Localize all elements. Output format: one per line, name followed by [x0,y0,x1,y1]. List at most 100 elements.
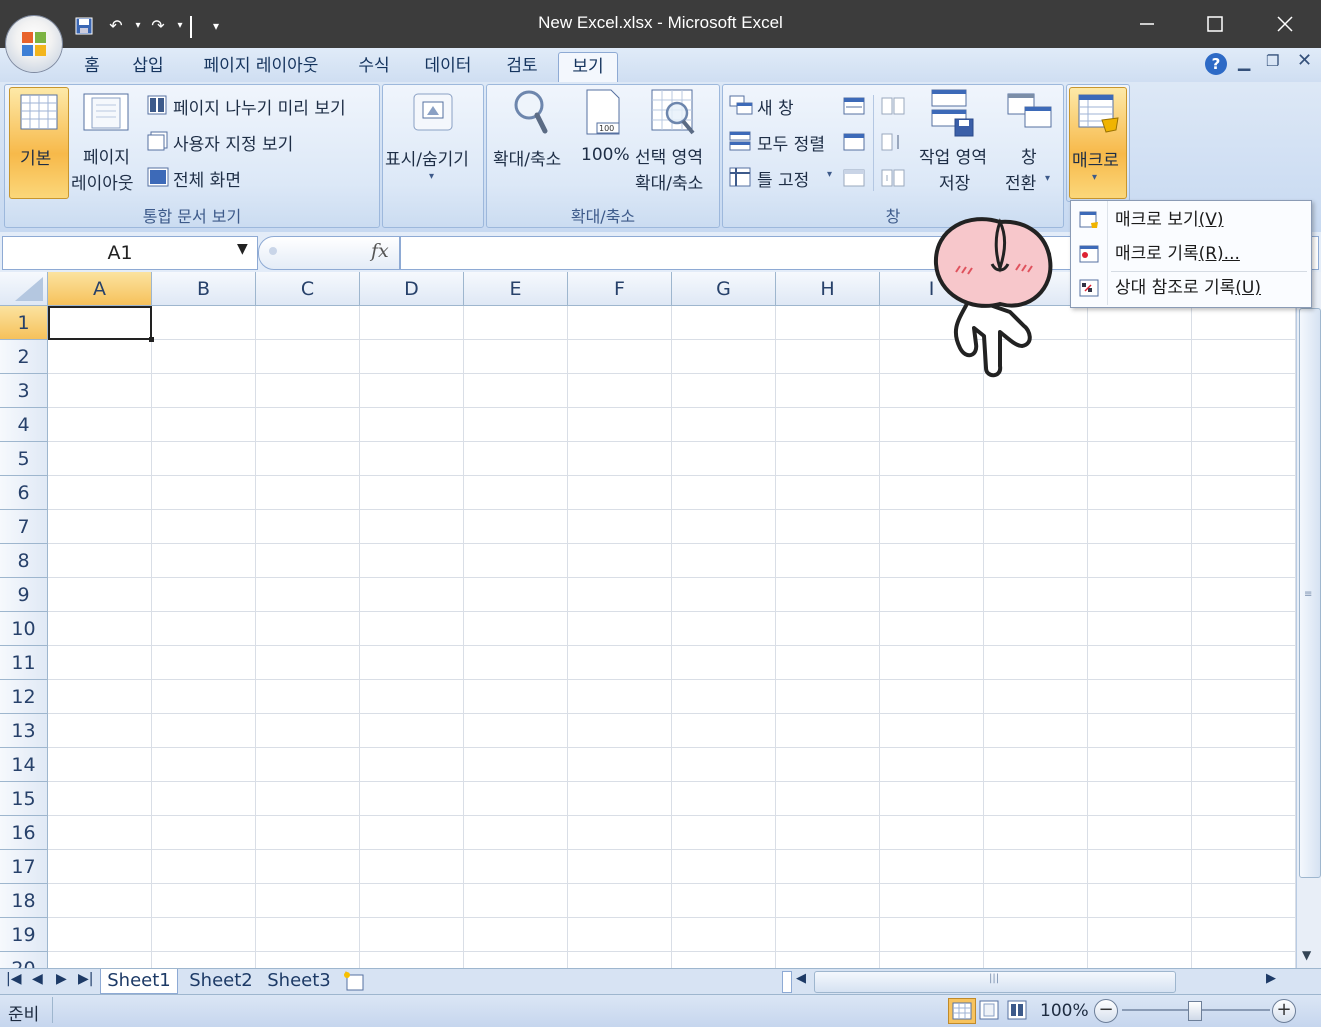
column-header-b[interactable]: B [152,272,256,306]
tab-insert[interactable]: 삽입 [122,52,174,82]
column-header-a[interactable]: A [48,272,152,306]
row-header-15[interactable]: 15 [0,782,48,816]
worksheet-grid[interactable]: ABCDEFGHIJKL 123456789101112131415161718… [0,272,1296,968]
office-button[interactable] [6,16,62,72]
switch-windows-button[interactable]: 창 전환 ▾ [1003,87,1061,197]
normal-view-button[interactable]: 기본 [9,87,69,199]
save-icon[interactable] [72,14,96,38]
row-header-19[interactable]: 19 [0,918,48,952]
tab-formulas[interactable]: 수식 [346,52,402,82]
row-header-7[interactable]: 7 [0,510,48,544]
row-header-3[interactable]: 3 [0,374,48,408]
horizontal-scroll-thumb[interactable]: ||| [814,971,1176,993]
new-window-button[interactable]: 새 창 [729,93,829,119]
row-header-14[interactable]: 14 [0,748,48,782]
zoom-to-selection-button[interactable]: 선택 영역 확대/축소 [633,87,717,197]
row-header-17[interactable]: 17 [0,850,48,884]
page-break-status-icon[interactable] [1006,999,1028,1025]
save-workspace-button[interactable]: 작업 영역 저장 [915,87,999,197]
next-sheet-icon[interactable]: ▶ [56,971,67,987]
menu-item-relative-reference[interactable]: 상대 참조로 기록(U) [1071,271,1311,305]
custom-views-button[interactable]: 사용자 지정 보기 [147,129,347,155]
zoom-level[interactable]: 100% [1040,1001,1089,1021]
full-screen-button[interactable]: 전체 화면 [147,165,347,191]
normal-view-status-icon[interactable] [948,998,976,1024]
column-header-c[interactable]: C [256,272,360,306]
tab-view[interactable]: 보기 [558,52,618,83]
unhide-window-icon[interactable] [843,169,865,187]
workbook-restore-icon[interactable]: ❐ [1266,52,1279,70]
active-cell-a1[interactable] [48,306,152,340]
redo-dropdown-icon[interactable]: ▾ [168,14,192,38]
zoom-100-button[interactable]: 100 100% [577,87,631,197]
first-sheet-icon[interactable]: |◀ [6,971,21,987]
row-header-20[interactable]: 20 [0,952,48,968]
column-header-e[interactable]: E [464,272,568,306]
column-header-d[interactable]: D [360,272,464,306]
zoom-in-icon[interactable]: + [1272,999,1296,1023]
menu-item-record-macro[interactable]: 매크로 기록(R)... [1071,237,1311,271]
row-header-16[interactable]: 16 [0,816,48,850]
name-box[interactable]: A1 ▼ [2,236,258,270]
row-header-8[interactable]: 8 [0,544,48,578]
tab-home[interactable]: 홈 [74,52,110,82]
synchronous-scrolling-icon[interactable] [881,133,905,151]
row-header-9[interactable]: 9 [0,578,48,612]
zoom-button[interactable]: 확대/축소 [489,87,573,197]
sheet-tab-2[interactable]: Sheet2 [186,969,256,993]
insert-sheet-icon[interactable] [342,970,368,992]
sheet-tab-1[interactable]: Sheet1 [100,969,178,994]
row-header-11[interactable]: 11 [0,646,48,680]
scroll-left-icon[interactable]: ◀ [796,971,806,986]
view-side-by-side-icon[interactable] [881,97,905,115]
workbook-close-icon[interactable]: ✕ [1297,50,1312,71]
column-header-f[interactable]: F [568,272,672,306]
select-all-button[interactable] [0,272,48,306]
scroll-down-icon[interactable]: ▼ [1302,948,1311,962]
maximize-icon[interactable] [1192,8,1238,40]
freeze-panes-button[interactable]: 틀 고정 ▾ [729,165,841,191]
row-header-6[interactable]: 6 [0,476,48,510]
prev-sheet-icon[interactable]: ◀ [32,971,43,987]
close-icon[interactable] [1262,8,1308,40]
show-hide-button[interactable]: 표시/숨기기 ▾ [385,87,481,197]
row-header-1[interactable]: 1 [0,306,48,340]
tab-review[interactable]: 검토 [494,52,550,82]
undo-icon[interactable]: ↶ [104,14,128,38]
vertical-scrollbar[interactable]: ≡ ▼ [1296,272,1321,968]
row-header-4[interactable]: 4 [0,408,48,442]
row-header-5[interactable]: 5 [0,442,48,476]
workbook-minimize-icon[interactable]: ▁ [1238,52,1250,71]
sheet-tab-3[interactable]: Sheet3 [264,969,334,993]
scroll-right-icon[interactable]: ▶ [1266,971,1276,986]
tab-page-layout[interactable]: 페이지 레이아웃 [188,52,334,82]
hide-window-icon[interactable] [843,133,865,151]
column-header-g[interactable]: G [672,272,776,306]
vertical-scroll-thumb[interactable]: ≡ [1299,308,1321,878]
split-icon[interactable] [843,97,865,115]
row-header-18[interactable]: 18 [0,884,48,918]
row-header-12[interactable]: 12 [0,680,48,714]
formula-resize-icon[interactable] [269,247,277,255]
name-box-dropdown-icon[interactable]: ▼ [237,241,248,257]
tab-split-handle[interactable] [782,971,792,993]
row-header-2[interactable]: 2 [0,340,48,374]
macros-button[interactable]: 매크로 ▾ [1069,87,1127,199]
zoom-slider-thumb[interactable] [1188,1001,1202,1021]
minimize-icon[interactable] [1124,8,1170,40]
row-header-10[interactable]: 10 [0,612,48,646]
menu-item-view-macros[interactable]: 매크로 보기(V) [1071,203,1311,237]
insert-function-icon[interactable]: fx [371,240,389,262]
tab-data[interactable]: 데이터 [414,52,482,82]
page-layout-view-button[interactable]: 페이지 레이아웃 [71,87,145,197]
page-layout-status-icon[interactable] [978,999,1000,1025]
customize-qat-icon[interactable]: ▾ [204,14,228,38]
row-header-13[interactable]: 13 [0,714,48,748]
column-header-h[interactable]: H [776,272,880,306]
last-sheet-icon[interactable]: ▶| [78,971,93,987]
help-icon[interactable]: ? [1205,53,1227,75]
redo-icon[interactable]: ↷ [146,14,170,38]
page-break-preview-button[interactable]: 페이지 나누기 미리 보기 [147,93,377,119]
arrange-all-button[interactable]: 모두 정렬 [729,129,841,155]
fill-handle[interactable] [149,337,154,342]
